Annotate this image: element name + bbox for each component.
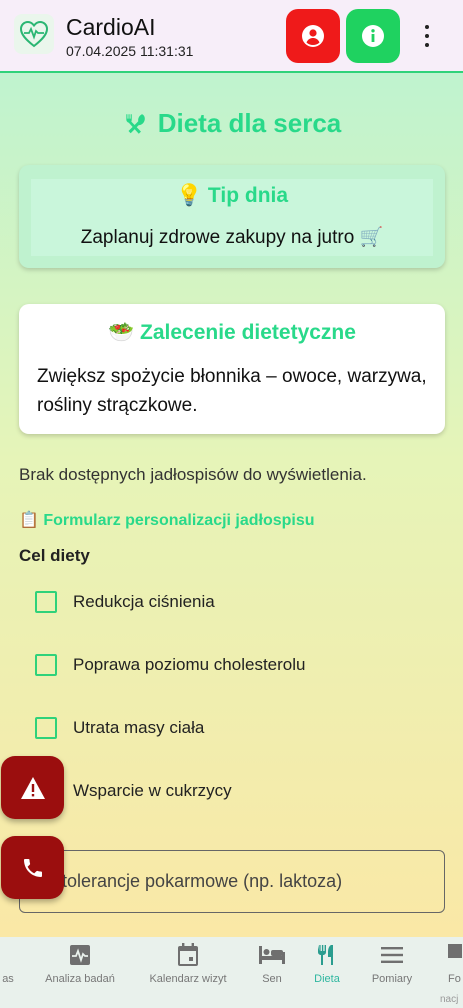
nav-item-label: Kalendarz wizyt xyxy=(149,973,227,985)
goal-checkbox-row[interactable]: Poprawa poziomu cholesterolu xyxy=(35,653,305,677)
flag-icon xyxy=(448,944,462,958)
phone-icon xyxy=(23,858,42,877)
tip-card: 💡 Tip dnia Zaplanuj zdrowe zakupy na jut… xyxy=(19,165,445,268)
nav-trailing-fragment: nacj xyxy=(440,994,459,1005)
info-icon xyxy=(362,25,384,47)
heart-pulse-icon xyxy=(14,14,54,54)
personalization-form-link[interactable]: 📋 Formularz personalizacji jadłospisu xyxy=(19,510,315,530)
checkbox-label: Utrata masy ciała xyxy=(73,718,205,737)
profile-button[interactable] xyxy=(286,9,340,63)
utensils-icon xyxy=(126,113,145,134)
nav-item-partial-left[interactable]: as xyxy=(0,937,18,1008)
more-vert-icon[interactable] xyxy=(416,22,438,50)
app-title: CardioAI xyxy=(66,14,156,40)
nav-item-label: Fo xyxy=(448,973,461,985)
utensils-icon xyxy=(318,945,333,965)
goal-checkbox-row[interactable]: Wsparcie w cukrzycy xyxy=(35,779,232,803)
checkbox-label: Poprawa poziomu cholesterolu xyxy=(73,655,306,674)
page-title-text: Dieta dla serca xyxy=(157,108,342,138)
list-icon xyxy=(381,947,403,963)
empty-menus-message: Brak dostępnych jadłospisów do wyświetle… xyxy=(19,465,367,484)
intolerance-input[interactable]: tolerancje pokarmowe (np. laktoza) xyxy=(19,850,445,913)
checkbox-label: Wsparcie w cukrzycy xyxy=(73,781,232,800)
bed-icon xyxy=(259,946,285,964)
nav-item-label: Pomiary xyxy=(371,973,413,985)
nav-item-kalendarz[interactable]: Kalendarz wizyt xyxy=(138,937,238,1008)
nav-item-label: as xyxy=(2,973,14,985)
phone-fab[interactable] xyxy=(1,836,64,899)
bottom-navigation: as Analiza badań Kalendarz wizyt Sen Die… xyxy=(0,937,463,1008)
tip-card-inner: 💡 Tip dnia Zaplanuj zdrowe zakupy na jut… xyxy=(31,179,433,256)
calendar-icon xyxy=(178,943,198,966)
recommendation-text: Zwiększ spożycie błonnika – owoce, warzy… xyxy=(37,366,427,416)
page-title: Dieta dla serca xyxy=(0,108,463,139)
nav-item-dieta[interactable]: Dieta xyxy=(304,937,350,1008)
recommendation-title: 🥗 Zalecenie dietetyczne xyxy=(108,321,356,344)
info-button[interactable] xyxy=(346,9,400,63)
pulse-chart-icon xyxy=(70,945,90,965)
checkbox[interactable] xyxy=(35,654,57,676)
checkbox-label: Redukcja ciśnienia xyxy=(73,592,215,611)
recommendation-card: 🥗 Zalecenie dietetyczne Zwiększ spożycie… xyxy=(19,304,445,434)
tip-title: 💡 Tip dnia xyxy=(175,184,289,207)
goal-checkbox-row[interactable]: Utrata masy ciała xyxy=(35,716,204,740)
nav-item-label: Analiza badań xyxy=(45,973,115,985)
diet-goal-label: Cel diety xyxy=(19,546,90,565)
intolerance-input-text: tolerancje pokarmowe (np. laktoza) xyxy=(62,871,343,891)
warning-icon xyxy=(20,776,45,799)
alert-fab[interactable] xyxy=(1,756,64,819)
tip-text: Zaplanuj zdrowe zakupy na jutro 🛒 xyxy=(80,227,384,248)
diet-screen[interactable]: Dieta dla serca 💡 Tip dnia Zaplanuj zdro… xyxy=(0,73,463,937)
nav-item-analiza[interactable]: Analiza badań xyxy=(38,937,122,1008)
nav-item-pomiary[interactable]: Pomiary xyxy=(362,937,422,1008)
nav-item-label: Dieta xyxy=(314,973,340,985)
app-datetime: 07.04.2025 11:31:31 xyxy=(66,43,194,59)
app-bar: CardioAI 07.04.2025 11:31:31 xyxy=(0,0,463,73)
checkbox[interactable] xyxy=(35,717,57,739)
nav-item-sen[interactable]: Sen xyxy=(250,937,294,1008)
nav-item-label: Sen xyxy=(262,973,282,985)
checkbox[interactable] xyxy=(35,591,57,613)
user-icon xyxy=(302,25,324,47)
goal-checkbox-row[interactable]: Redukcja ciśnienia xyxy=(35,590,215,614)
